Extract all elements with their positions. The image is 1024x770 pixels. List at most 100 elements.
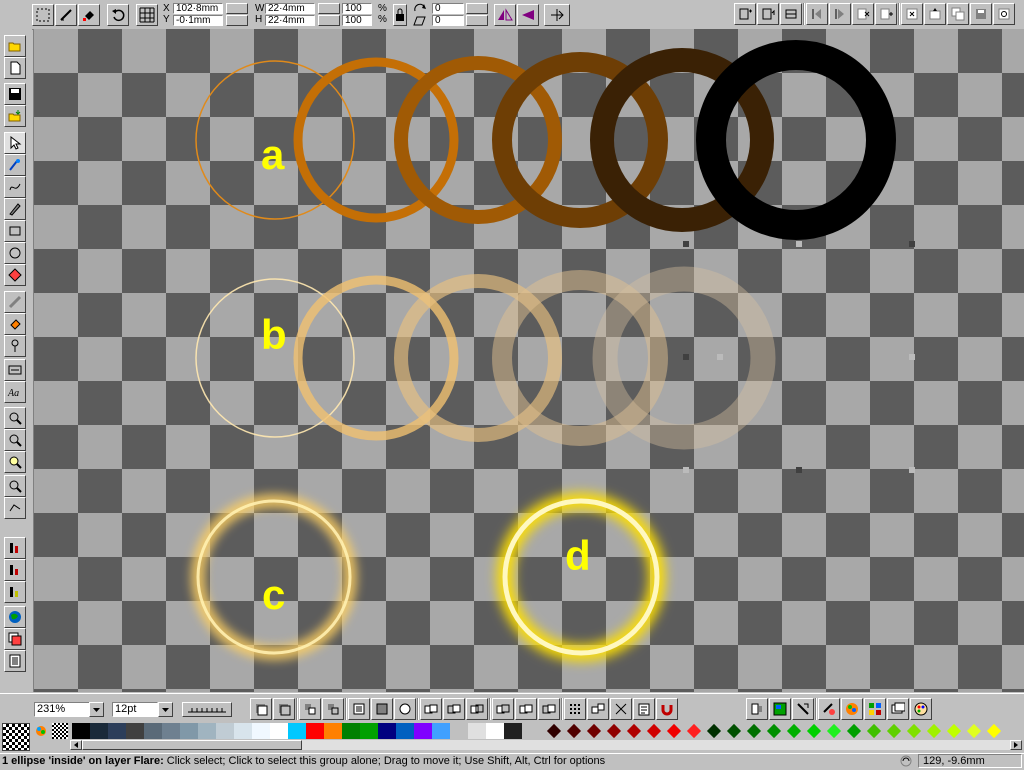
- transparent-swatch[interactable]: [52, 723, 68, 739]
- palette-scroll-right[interactable]: [1010, 740, 1022, 750]
- zoom-in-icon[interactable]: [4, 475, 26, 497]
- diamond-swatch[interactable]: [726, 723, 742, 739]
- combine-subtract-icon[interactable]: [443, 698, 465, 720]
- new-document-icon[interactable]: [4, 57, 26, 79]
- name-gallery-icon[interactable]: [864, 698, 886, 720]
- selector-arrow-icon[interactable]: [4, 132, 26, 154]
- line-gallery-icon[interactable]: [792, 698, 814, 720]
- join-mitre-icon[interactable]: [250, 698, 272, 720]
- ellipse-tool-icon[interactable]: [4, 242, 26, 264]
- colour-swatch[interactable]: [198, 723, 216, 739]
- magnet-icon[interactable]: [656, 698, 678, 720]
- bitmap-gallery-icon[interactable]: [769, 698, 791, 720]
- cap-round-icon[interactable]: [322, 698, 344, 720]
- colour-swatch[interactable]: [504, 723, 522, 739]
- skew-field[interactable]: 0: [432, 15, 464, 26]
- selector-tool-button[interactable]: [32, 4, 54, 26]
- zoom-selected-icon[interactable]: [4, 429, 26, 451]
- delete-page-icon[interactable]: [852, 3, 874, 25]
- diamond-swatch[interactable]: [846, 723, 862, 739]
- diamond-swatch[interactable]: [826, 723, 842, 739]
- align-right-icon[interactable]: [538, 698, 560, 720]
- palette-gallery-icon[interactable]: [910, 698, 932, 720]
- font-gallery-icon[interactable]: [887, 698, 909, 720]
- import-icon[interactable]: [4, 105, 26, 127]
- colour-bar-yellow-icon[interactable]: [4, 581, 26, 603]
- diamond-swatch[interactable]: [566, 723, 582, 739]
- diamond-swatch[interactable]: [706, 723, 722, 739]
- blend-tool-icon[interactable]: [4, 359, 26, 381]
- diamond-swatch[interactable]: [586, 723, 602, 739]
- colour-swatch[interactable]: [162, 723, 180, 739]
- shape-editor-icon[interactable]: [4, 154, 26, 176]
- colour-swatch[interactable]: [288, 723, 306, 739]
- colour-swatch[interactable]: [90, 723, 108, 739]
- diamond-swatch[interactable]: [926, 723, 942, 739]
- next-page-icon[interactable]: [829, 3, 851, 25]
- align-left-icon[interactable]: [492, 698, 514, 720]
- ellipse-shape-icon[interactable]: [394, 698, 416, 720]
- arrowhead-icon[interactable]: [371, 698, 393, 720]
- fill-gallery-icon[interactable]: [818, 698, 840, 720]
- zoom-dropdown-arrow[interactable]: [89, 702, 104, 717]
- save-icon[interactable]: [4, 83, 26, 105]
- angle-spinner[interactable]: [466, 3, 488, 14]
- zoom-page-icon[interactable]: [4, 451, 26, 473]
- bring-forward-icon[interactable]: [757, 3, 779, 25]
- snap-angle-icon[interactable]: [610, 698, 632, 720]
- diamond-swatch[interactable]: [806, 723, 822, 739]
- diamond-swatch[interactable]: [686, 723, 702, 739]
- colour-swatch[interactable]: [144, 723, 162, 739]
- zoom-tool-icon[interactable]: [4, 407, 26, 429]
- skew-spinner[interactable]: [466, 15, 488, 26]
- width-spinner[interactable]: [318, 3, 340, 14]
- x-position-field[interactable]: 102·8mm: [173, 3, 223, 14]
- scale-y-field[interactable]: 100: [342, 15, 372, 26]
- clipboard-icon[interactable]: [633, 698, 655, 720]
- globe-icon[interactable]: [4, 606, 26, 628]
- grid-snap-icon[interactable]: [564, 698, 586, 720]
- colour-swatch[interactable]: [306, 723, 324, 739]
- diamond-swatch[interactable]: [666, 723, 682, 739]
- colour-swatch[interactable]: [468, 723, 486, 739]
- frame-icon[interactable]: [4, 650, 26, 672]
- layer-save-icon[interactable]: [970, 3, 992, 25]
- cap-butt-icon[interactable]: [299, 698, 321, 720]
- scale-x-field[interactable]: 100: [342, 3, 372, 14]
- diamond-swatch[interactable]: [766, 723, 782, 739]
- push-tool-icon[interactable]: [4, 497, 26, 519]
- diamond-swatch[interactable]: [986, 723, 1002, 739]
- align-centre-icon[interactable]: [515, 698, 537, 720]
- layer-delete-icon[interactable]: [901, 3, 923, 25]
- transform-icon[interactable]: [544, 4, 570, 26]
- colour-swatch[interactable]: [252, 723, 270, 739]
- mould-tool-icon[interactable]: [4, 335, 26, 357]
- colour-swatch[interactable]: [180, 723, 198, 739]
- flip-vertical-icon[interactable]: [517, 4, 539, 26]
- quickshape-icon[interactable]: [4, 264, 26, 286]
- no-colour-swatch[interactable]: [2, 723, 30, 751]
- first-page-icon[interactable]: [806, 3, 828, 25]
- zoom-dropdown[interactable]: 231%: [34, 702, 90, 717]
- x-spinner[interactable]: [226, 3, 248, 14]
- palette-scroll-left[interactable]: [70, 740, 82, 750]
- drawing-canvas[interactable]: a b c d: [33, 29, 1024, 692]
- diamond-swatch[interactable]: [626, 723, 642, 739]
- lock-aspect-icon[interactable]: [393, 4, 407, 26]
- fill-tool-icon[interactable]: [4, 291, 26, 313]
- diamond-swatch[interactable]: [746, 723, 762, 739]
- colour-swatch[interactable]: [126, 723, 144, 739]
- layer-copy-icon[interactable]: [947, 3, 969, 25]
- join-round-icon[interactable]: [273, 698, 295, 720]
- line-tool-button[interactable]: [55, 4, 77, 26]
- diamond-swatch[interactable]: [866, 723, 882, 739]
- height-field[interactable]: 22·4mm: [265, 15, 315, 26]
- rectangle-tool-icon[interactable]: [4, 220, 26, 242]
- transparency-tool-icon[interactable]: [4, 313, 26, 335]
- line-width-button[interactable]: [182, 702, 232, 717]
- colour-swatch[interactable]: [396, 723, 414, 739]
- diamond-swatch[interactable]: [546, 723, 562, 739]
- colour-swatch[interactable]: [270, 723, 288, 739]
- group-icon[interactable]: [780, 3, 802, 25]
- colour-swatch[interactable]: [108, 723, 126, 739]
